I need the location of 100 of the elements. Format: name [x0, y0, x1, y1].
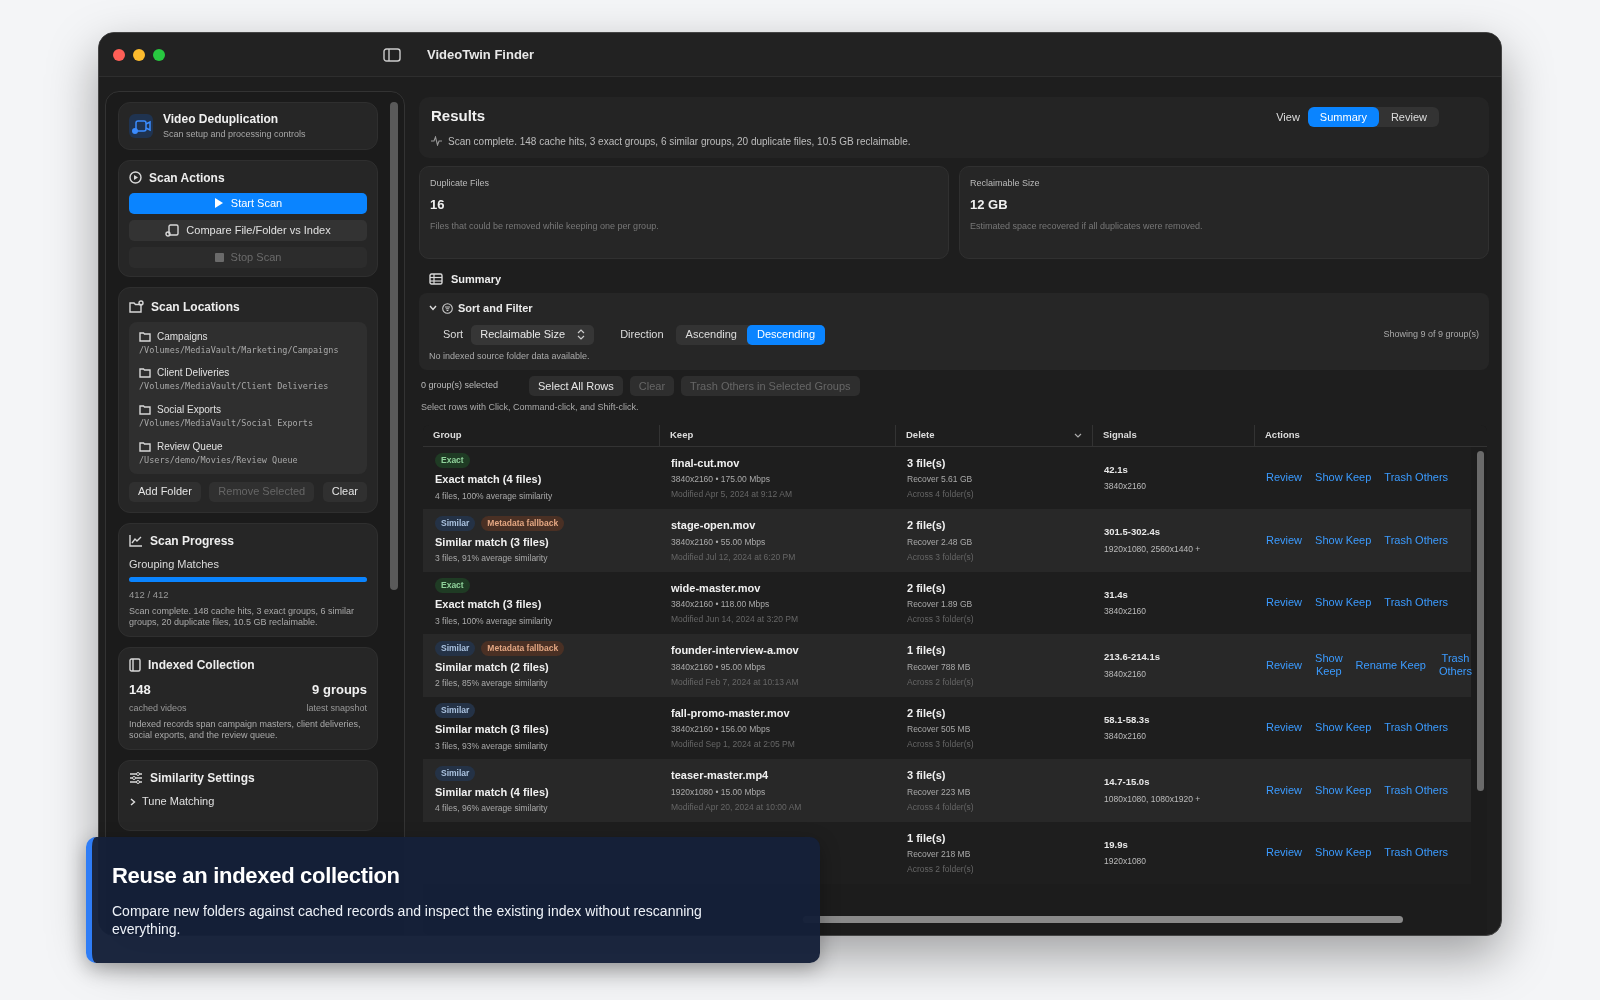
keep-specs: 3840x2160 • 175.00 Mbps: [671, 473, 771, 486]
recover-size: Recover 505 MB: [907, 723, 972, 736]
action-link[interactable]: Show Keep: [1315, 533, 1372, 547]
table-row[interactable]: [423, 634, 1471, 697]
section-title: Scan Locations: [151, 298, 240, 316]
action-link[interactable]: Trash Others: [1384, 471, 1449, 485]
activity-icon: [431, 136, 442, 146]
column-header[interactable]: Keep: [659, 424, 895, 446]
duration: 42.1s: [1104, 462, 1129, 477]
filter-icon: [442, 302, 453, 314]
group-detail: 3 files, 93% average similarity: [435, 739, 549, 753]
column-header[interactable]: Signals: [1092, 424, 1254, 446]
folder-icon: [139, 367, 151, 379]
stat-description: Estimated space recovered if all duplicates were removed.: [970, 219, 1204, 233]
zoom-window-button[interactable]: [153, 48, 165, 61]
window-title: VideoTwin Finder: [427, 45, 535, 64]
filter-note: No indexed source folder data available.: [429, 349, 591, 363]
action-link[interactable]: Show Keep: [1315, 596, 1372, 610]
folder-count: Across 3 folder(s): [907, 613, 975, 626]
match-badge: Similar: [435, 765, 476, 781]
stat-label: Reclaimable Size: [970, 176, 1041, 190]
action-link[interactable]: Review: [1266, 658, 1303, 672]
action-link[interactable]: Review: [1266, 721, 1303, 735]
keep-modified: Modified Jun 14, 2024 at 3:20 PM: [671, 613, 800, 626]
delete-count: 2 file(s): [907, 705, 947, 721]
close-window-button[interactable]: [113, 48, 125, 61]
sidebar-toggle-icon[interactable]: [383, 47, 401, 62]
section-title: Summary: [451, 271, 502, 287]
compare-button[interactable]: Compare File/Folder vs Index: [129, 219, 367, 241]
resolution: 1920x1080, 2560x1440 +: [1104, 542, 1202, 556]
vertical-scrollbar[interactable]: [1477, 450, 1484, 791]
folder-name: Social Exports: [157, 403, 221, 417]
keep-file-name: stage-open.mov: [671, 518, 757, 534]
column-header[interactable]: Group: [423, 424, 659, 446]
action-link[interactable]: Review: [1266, 846, 1303, 860]
direction-switcher[interactable]: Ascending Descending: [675, 324, 826, 345]
location-button[interactable]: Clear: [322, 481, 367, 502]
view-tab[interactable]: Review: [1378, 107, 1439, 127]
chevron-icon: [129, 797, 137, 806]
group-title: Similar match (4 files): [435, 784, 550, 800]
stat-description: Files that could be removed while keeping one per group.: [430, 219, 660, 233]
action-link[interactable]: Show Keep: [1315, 783, 1372, 797]
resolution: 3840x2160: [1104, 605, 1148, 618]
folder-icon: [139, 404, 151, 415]
progress-message: Scan complete. 148 cache hits, 3 exact groups, 6 similar groups, 20 duplicate files, 10.5 GB reclaimable.: [129, 606, 356, 629]
action-link[interactable]: Trash Others: [1384, 533, 1449, 547]
stat-label: cached videos: [129, 701, 187, 715]
card-subtitle: Scan setup and processing controls: [163, 128, 306, 141]
column-header[interactable]: Delete: [895, 424, 1092, 446]
sort-label: Sort: [443, 327, 464, 343]
action-link[interactable]: Show Keep: [1315, 846, 1372, 860]
action-link[interactable]: Show Keep: [1315, 652, 1343, 679]
action-link[interactable]: Trash Others: [1438, 652, 1472, 679]
match-badge: Exact: [435, 453, 470, 468]
sort-dropdown[interactable]: Reclaimable Size: [471, 324, 595, 345]
action-link[interactable]: Review: [1266, 596, 1303, 610]
book-icon: [129, 658, 141, 673]
action-link[interactable]: Review: [1266, 471, 1303, 485]
direction-option[interactable]: Ascending: [675, 324, 747, 345]
location-button[interactable]: Add Folder: [129, 481, 201, 502]
action-link[interactable]: Trash Others: [1384, 783, 1449, 797]
action-link[interactable]: Review: [1266, 783, 1303, 797]
action-link[interactable]: Rename Keep: [1355, 658, 1426, 672]
keep-file-name: fall-promo-master.mov: [671, 705, 791, 721]
action-link[interactable]: Show Keep: [1315, 471, 1372, 485]
showing-count: Showing 9 of 9 group(s): [1383, 327, 1479, 341]
action-link[interactable]: Trash Others: [1384, 846, 1449, 860]
recover-size: Recover 218 MB: [907, 848, 972, 861]
view-tab[interactable]: Summary: [1307, 107, 1379, 127]
column-header[interactable]: Actions: [1254, 424, 1464, 446]
direction-option[interactable]: Descending: [746, 324, 826, 345]
action-link[interactable]: Review: [1266, 533, 1303, 547]
disclosure-toggle[interactable]: Tune Matching: [129, 793, 215, 810]
selection-button[interactable]: Select All Rows: [529, 376, 623, 396]
match-badge: Metadata fallback: [481, 640, 565, 656]
collection-note: Indexed records span campaign masters, client deliveries, social exports, and the review queue.: [129, 719, 362, 742]
files-icon: [165, 223, 180, 237]
table-row[interactable]: [423, 509, 1471, 572]
keep-specs: 3840x2160 • 156.00 Mbps: [671, 723, 771, 736]
keep-file-name: wide-master.mov: [671, 580, 762, 596]
sidebar-scrollbar[interactable]: [390, 102, 398, 590]
group-title: Similar match (2 files): [435, 659, 550, 675]
play-circle-icon: [129, 171, 142, 184]
table-row[interactable]: [423, 759, 1471, 822]
sliders-icon: [129, 771, 143, 786]
section-title: Scan Actions: [149, 169, 225, 187]
action-link[interactable]: Show Keep: [1315, 721, 1372, 735]
group-detail: 4 files, 96% average similarity: [435, 802, 549, 815]
action-link[interactable]: Trash Others: [1384, 596, 1449, 610]
view-switcher[interactable]: Summary Review: [1307, 107, 1439, 127]
stat-value: 9 groups: [312, 681, 367, 700]
selection-hint: Select rows with Click, Command-click, and Shift-click.: [420, 401, 640, 414]
folder-path: /Users/demo/Movies/Review Queue: [139, 453, 299, 467]
filter-disclosure[interactable]: Sort and Filter: [429, 300, 533, 317]
folder-path: /Volumes/MediaVault/Marketing/Campaigns: [139, 343, 340, 357]
start-scan-button[interactable]: Start Scan: [129, 192, 367, 214]
delete-count: 1 file(s): [907, 830, 947, 846]
keep-modified: Modified Apr 5, 2024 at 9:12 AM: [671, 488, 793, 501]
action-link[interactable]: Trash Others: [1384, 721, 1449, 735]
minimize-window-button[interactable]: [133, 48, 145, 61]
